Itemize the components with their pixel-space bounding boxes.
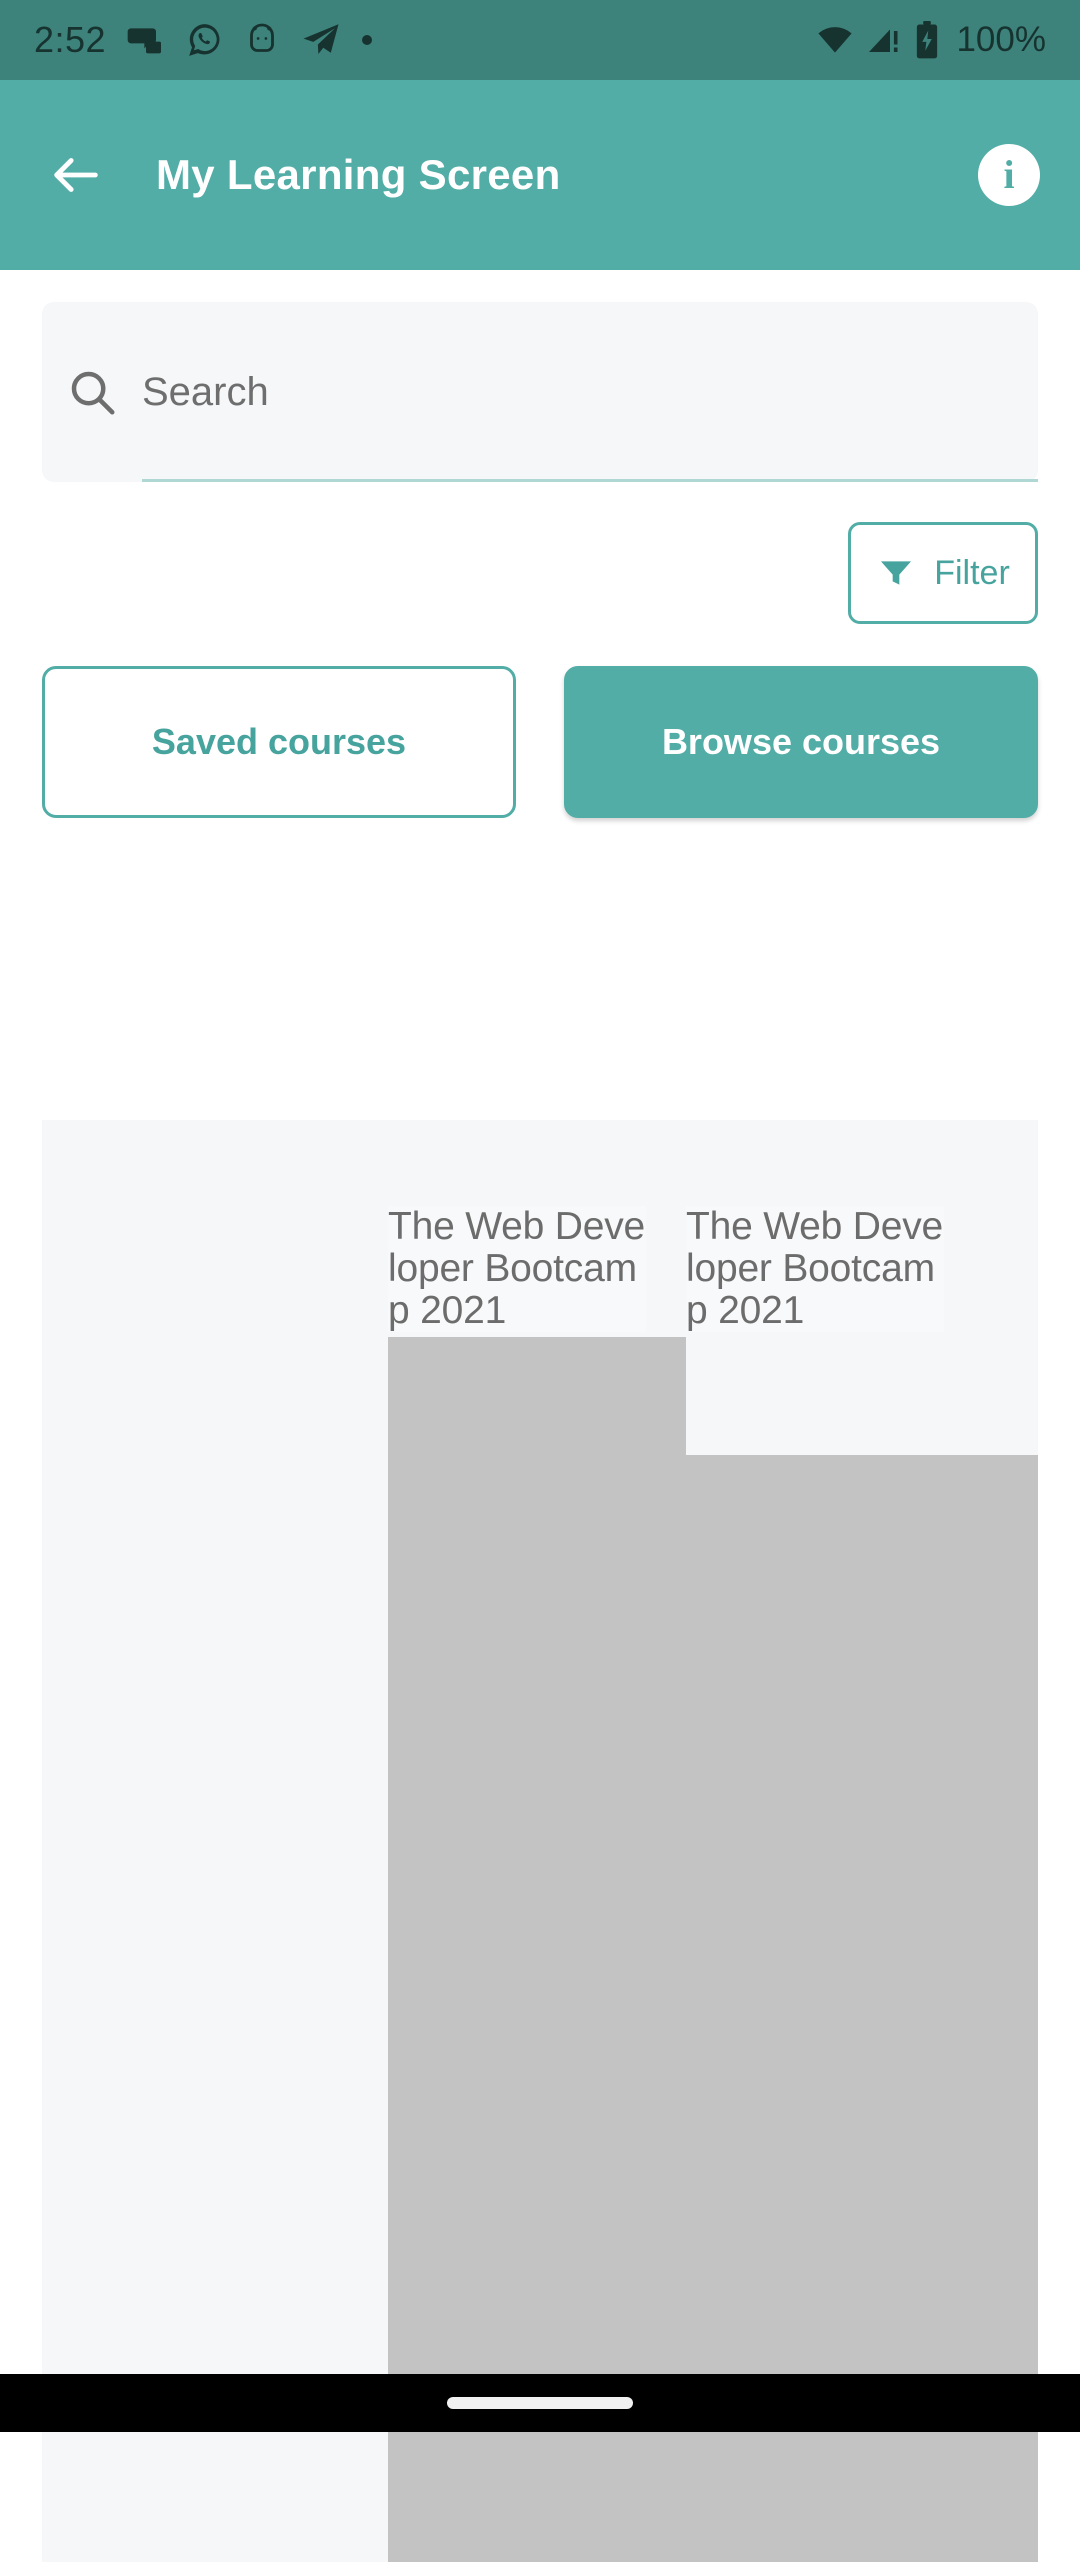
search-input[interactable] xyxy=(142,302,1038,482)
dot-icon xyxy=(362,35,373,45)
whatsapp-icon xyxy=(189,24,220,56)
page-title: My Learning Screen xyxy=(156,151,561,198)
telegram-icon xyxy=(303,24,339,54)
battery-charging-icon xyxy=(917,21,938,59)
filter-button[interactable]: Filter xyxy=(848,522,1038,624)
back-button[interactable] xyxy=(40,139,112,211)
course-title: The Web Developer Bootcamp 2021 xyxy=(686,1205,944,1333)
tab-browse-courses[interactable]: Browse courses xyxy=(564,666,1038,818)
tab-saved-courses[interactable]: Saved courses xyxy=(42,666,516,818)
tab-saved-courses-label: Saved courses xyxy=(151,721,407,762)
search-field[interactable] xyxy=(42,302,1038,482)
course-list[interactable]: The Web Developer Bootcamp 2021 The Web … xyxy=(42,1120,1038,2562)
status-clock: 2:52 xyxy=(34,19,107,60)
system-nav-bar xyxy=(0,2374,1080,2432)
wifi-icon xyxy=(818,27,853,53)
home-indicator[interactable] xyxy=(447,2397,633,2409)
cellular-signal-icon xyxy=(869,29,898,52)
search-underline xyxy=(142,479,1038,482)
course-title: The Web Developer Bootcamp 2021 xyxy=(388,1205,646,1333)
arrow-left-icon xyxy=(54,158,98,192)
status-bar: 2:52 100% xyxy=(0,0,1080,80)
status-bar-right: 100% xyxy=(816,20,1046,60)
battery-percentage: 100% xyxy=(956,20,1046,59)
discord-icon xyxy=(127,28,162,54)
list-item[interactable]: The Web Developer Bootcamp 2021 xyxy=(388,1205,646,1333)
filter-row: Filter xyxy=(0,482,1080,624)
filter-funnel-icon xyxy=(881,561,912,585)
screen-body: Filter Saved courses Browse courses The … xyxy=(0,302,1080,2562)
status-bar-left: 2:52 xyxy=(34,19,373,61)
info-button[interactable]: i xyxy=(978,144,1040,206)
course-tabs: Saved courses Browse courses xyxy=(0,624,1080,818)
list-item[interactable]: The Web Developer Bootcamp 2021 xyxy=(686,1205,944,1333)
app-bar: My Learning Screen i xyxy=(0,80,1080,270)
filter-label: Filter xyxy=(934,553,1010,592)
android-bot-icon xyxy=(250,23,275,52)
tab-browse-courses-label: Browse courses xyxy=(661,721,941,762)
search-icon xyxy=(42,365,142,419)
info-icon: i xyxy=(1003,152,1015,197)
